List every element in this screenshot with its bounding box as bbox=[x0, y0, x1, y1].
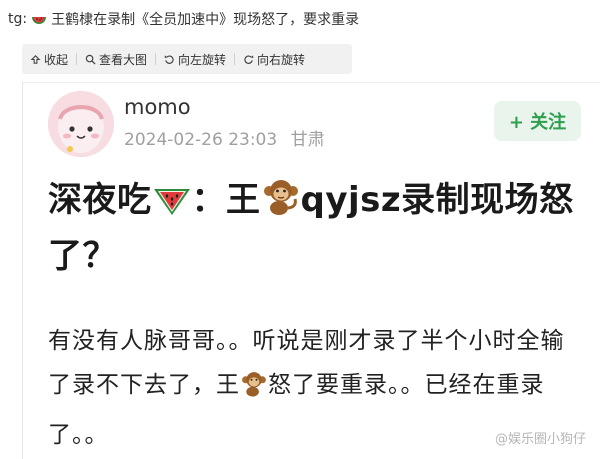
rotate-left-icon bbox=[164, 54, 174, 64]
headline-text: 王鹤棣在录制《全员加速中》现场怒了，要求重录 bbox=[51, 12, 360, 28]
title-text-1: 深夜吃 bbox=[48, 180, 152, 220]
avatar[interactable] bbox=[48, 91, 114, 157]
monkey-icon bbox=[240, 369, 268, 413]
collapse-button[interactable]: 收起 bbox=[22, 51, 76, 68]
post-meta: 2024-02-26 23:03 甘肃 bbox=[124, 125, 325, 150]
monkey-icon bbox=[261, 177, 301, 231]
view-large-button[interactable]: 查看大图 bbox=[77, 51, 155, 68]
rotate-right-label: 向右旋转 bbox=[257, 52, 306, 67]
watermelon-icon bbox=[152, 181, 192, 231]
post-datetime: 2024-02-26 23:03 bbox=[124, 130, 278, 150]
headline-bar: tg: 王鹤棣在录制《全员加速中》现场怒了，要求重录 bbox=[8, 8, 359, 30]
rotate-left-label: 向左旋转 bbox=[178, 52, 227, 67]
headline-prefix: tg: bbox=[8, 11, 28, 27]
title-text-2: ：王 bbox=[191, 180, 261, 220]
image-toolbar: 收起 查看大图 向左旋转 向右旋转 bbox=[22, 44, 352, 74]
avatar-illustration bbox=[48, 91, 114, 157]
rotate-right-button[interactable]: 向右旋转 bbox=[235, 51, 313, 68]
rotate-left-button[interactable]: 向左旋转 bbox=[156, 51, 234, 68]
search-icon bbox=[85, 54, 96, 65]
collapse-icon bbox=[30, 54, 41, 64]
watermark-text: @娱乐圈小狗仔 bbox=[494, 432, 586, 447]
view-large-label: 查看大图 bbox=[99, 52, 148, 67]
post-card: momo 2024-02-26 23:03 甘肃 + 关注 深夜吃 ：王 qyj… bbox=[22, 82, 600, 459]
post-title: 深夜吃 ：王 qyjsz录制现场怒了？ bbox=[48, 175, 588, 281]
watermelon-icon bbox=[31, 11, 47, 27]
rotate-right-icon bbox=[244, 54, 254, 64]
follow-button[interactable]: + 关注 bbox=[494, 101, 581, 141]
collapse-label: 收起 bbox=[44, 52, 69, 67]
username[interactable]: momo bbox=[124, 95, 191, 119]
watermark: @娱乐圈小狗仔 bbox=[495, 428, 586, 447]
post-location: 甘肃 bbox=[290, 130, 325, 150]
